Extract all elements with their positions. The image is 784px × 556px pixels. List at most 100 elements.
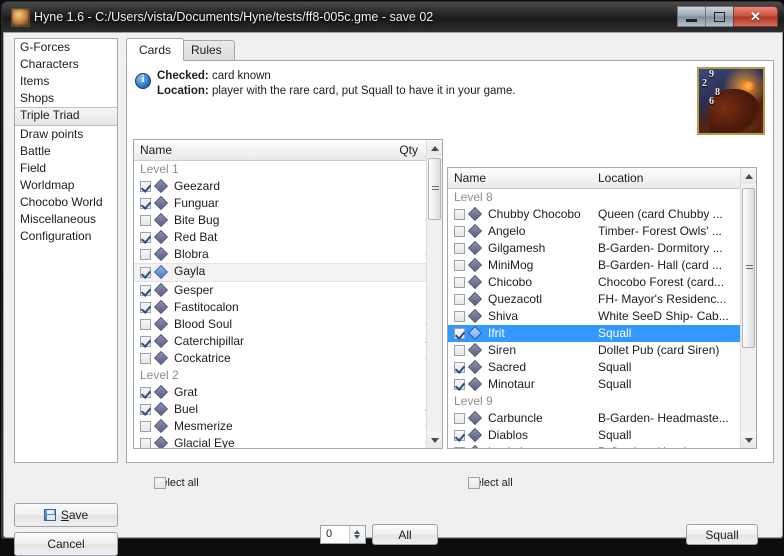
left-list-scrollbar[interactable]	[426, 140, 442, 448]
sidebar-item-characters[interactable]: Characters	[15, 56, 117, 73]
sidebar-item-worldmap[interactable]: Worldmap	[15, 177, 117, 194]
list-item[interactable]: Geezard8	[134, 178, 442, 195]
tab-rules[interactable]: Rules	[178, 40, 235, 60]
row-checkbox[interactable]	[454, 362, 465, 373]
left-scroll-thumb[interactable]	[428, 158, 441, 220]
row-checkbox[interactable]	[454, 294, 465, 305]
list-item[interactable]: Fastitocalon1	[134, 299, 442, 316]
row-checkbox[interactable]	[454, 311, 465, 322]
list-item[interactable]: Grat1	[134, 384, 442, 401]
list-item[interactable]: Glacial Eye0	[134, 435, 442, 448]
list-item[interactable]: Cockatrice0	[134, 350, 442, 367]
minimize-button[interactable]	[677, 6, 706, 27]
list-item[interactable]: Blobra0	[134, 246, 442, 263]
quantity-value[interactable]: 0	[326, 528, 332, 540]
row-checkbox[interactable]	[140, 404, 151, 415]
quantity-stepper[interactable]: 0	[320, 525, 366, 544]
cancel-button[interactable]: Cancel	[14, 532, 118, 556]
row-checkbox[interactable]	[140, 353, 151, 364]
row-checkbox[interactable]	[140, 267, 151, 278]
right-col-name[interactable]: Name	[454, 171, 486, 185]
save-button[interactable]: Save	[14, 503, 118, 527]
row-checkbox[interactable]	[140, 181, 151, 192]
list-item[interactable]: Angelo Timber- Forest Owls' ...	[448, 223, 756, 240]
row-checkbox[interactable]	[140, 387, 151, 398]
row-checkbox[interactable]	[454, 430, 465, 441]
left-select-all[interactable]: Select all	[135, 475, 199, 491]
list-item[interactable]: Leviathan B-Garden- Headmaste...	[448, 444, 756, 448]
left-list-rows[interactable]: Level 1 Geezard8Funguar2Bite Bug0Red Bat6…	[134, 161, 442, 448]
list-item[interactable]: Siren Dollet Pub (card Siren)	[448, 342, 756, 359]
tab-cards[interactable]: Cards	[126, 38, 185, 61]
sidebar-item-battle[interactable]: Battle	[15, 143, 117, 160]
right-select-all[interactable]: Select all	[449, 475, 513, 491]
left-col-qty[interactable]: Qty	[399, 143, 418, 157]
row-checkbox[interactable]	[454, 243, 465, 254]
sidebar-item-chocobo-world[interactable]: Chocobo World	[15, 194, 117, 211]
row-checkbox[interactable]	[140, 232, 151, 243]
sidebar-item-items[interactable]: Items	[15, 73, 117, 90]
list-item[interactable]: Red Bat6	[134, 229, 442, 246]
list-item[interactable]: Chubby Chocobo Queen (card Chubby ...	[448, 206, 756, 223]
sidebar-item-miscellaneous[interactable]: Miscellaneous	[15, 211, 117, 228]
maximize-button[interactable]	[705, 6, 734, 27]
close-button[interactable]: ✕	[733, 6, 778, 27]
row-checkbox[interactable]	[454, 345, 465, 356]
list-item[interactable]: Bite Bug0	[134, 212, 442, 229]
row-checkbox[interactable]	[454, 260, 465, 271]
row-checkbox[interactable]	[140, 215, 151, 226]
sidebar-item-draw-points[interactable]: Draw points	[15, 126, 117, 143]
row-checkbox[interactable]	[454, 277, 465, 288]
sidebar-item-g-forces[interactable]: G-Forces	[15, 39, 117, 56]
right-list-scrollbar[interactable]	[740, 168, 756, 448]
list-item[interactable]: Buel4	[134, 401, 442, 418]
list-item[interactable]: Gilgamesh B-Garden- Dormitory ...	[448, 240, 756, 257]
list-item[interactable]: Chicobo Chocobo Forest (card...	[448, 274, 756, 291]
list-item[interactable]: Carbuncle B-Garden- Headmaste...	[448, 410, 756, 427]
row-checkbox[interactable]	[140, 249, 151, 260]
row-checkbox[interactable]	[454, 328, 465, 339]
row-checkbox[interactable]	[454, 413, 465, 424]
list-item[interactable]: Ifrit Squall	[448, 325, 756, 342]
squall-button[interactable]: Squall	[686, 524, 758, 545]
left-col-name[interactable]: Name	[140, 143, 172, 157]
right-list-rows[interactable]: Level 8 Chubby Chocobo Queen (card Chubby …	[448, 189, 756, 448]
sidebar-item-shops[interactable]: Shops	[15, 90, 117, 107]
category-sidebar[interactable]: G-Forces Characters Items Shops Triple T…	[14, 38, 118, 463]
row-checkbox[interactable]	[454, 447, 465, 448]
right-scroll-up-icon[interactable]	[741, 168, 756, 184]
list-item[interactable]: Gayla1	[134, 263, 442, 282]
list-item[interactable]: Funguar2	[134, 195, 442, 212]
list-item[interactable]: Blood Soul0	[134, 316, 442, 333]
sidebar-item-configuration[interactable]: Configuration	[15, 228, 117, 245]
list-item[interactable]: Caterchipillar4	[134, 333, 442, 350]
owned-cards-list[interactable]: Name Qty Level 1 Geezard8Funguar2Bite Bug…	[133, 139, 443, 449]
row-checkbox[interactable]	[140, 319, 151, 330]
list-item[interactable]: Mesmerize0	[134, 418, 442, 435]
right-scroll-thumb[interactable]	[742, 188, 755, 348]
list-item[interactable]: Gesper1	[134, 282, 442, 299]
sidebar-item-field[interactable]: Field	[15, 160, 117, 177]
row-checkbox[interactable]	[454, 379, 465, 390]
row-checkbox[interactable]	[140, 438, 151, 448]
list-item[interactable]: Diablos Squall	[448, 427, 756, 444]
all-cards-list[interactable]: Name Location Level 8 Chubby Chocobo Queen…	[447, 167, 757, 449]
row-checkbox[interactable]	[140, 285, 151, 296]
stepper-buttons[interactable]	[349, 526, 365, 543]
row-checkbox[interactable]	[140, 421, 151, 432]
list-item[interactable]: Quezacotl FH- Mayor's Residenc...	[448, 291, 756, 308]
all-button[interactable]: All	[372, 524, 438, 545]
right-col-location[interactable]: Location	[598, 171, 643, 185]
left-select-all-checkbox[interactable]	[154, 477, 166, 489]
sidebar-item-triple-triad[interactable]: Triple Triad	[15, 107, 117, 126]
list-item[interactable]: Shiva White SeeD Ship- Cab...	[448, 308, 756, 325]
left-scroll-up-icon[interactable]	[427, 140, 442, 156]
row-checkbox[interactable]	[140, 198, 151, 209]
row-checkbox[interactable]	[454, 209, 465, 220]
right-select-all-checkbox[interactable]	[468, 477, 480, 489]
list-item[interactable]: Minotaur Squall	[448, 376, 756, 393]
left-scroll-down-icon[interactable]	[427, 432, 442, 448]
row-checkbox[interactable]	[454, 226, 465, 237]
row-checkbox[interactable]	[140, 336, 151, 347]
list-item[interactable]: MiniMog B-Garden- Hall (card ...	[448, 257, 756, 274]
